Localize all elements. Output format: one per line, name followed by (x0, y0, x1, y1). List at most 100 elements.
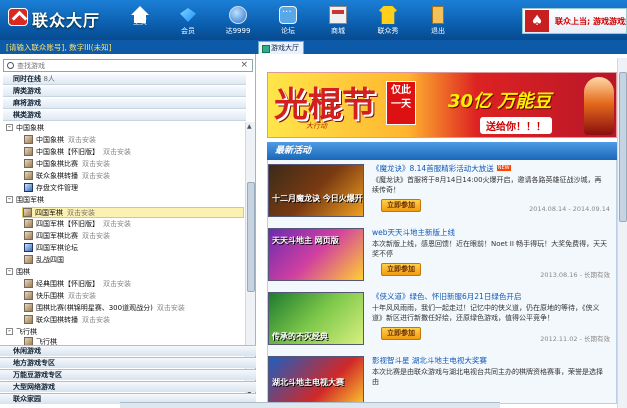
install-action[interactable]: 双击安装 (67, 209, 95, 217)
install-action[interactable]: 双击安装 (82, 232, 110, 240)
news-item-title[interactable]: 影视智斗星 湖北斗地主电视大奖赛 (372, 355, 487, 366)
promo-banner[interactable]: 光棍节 大行动 仅此一天 30亿 万能豆 送给你！！！ (267, 72, 617, 138)
list-item[interactable]: 联众围棋转播 双击安装 (24, 315, 110, 326)
banner-title: 光棍节 (274, 85, 376, 125)
news-item-title[interactable]: 《侠义道》绿色、怀旧新服6月21日绿色开启 (372, 291, 521, 302)
app-logo: 联众大厅 (8, 6, 108, 30)
nav-exit-label: 退出 (431, 27, 445, 35)
news-list: 十二月魔龙诀 今日火爆开服 《魔龙诀》8.14首服精彩活动大放送 NEW 《魔龙诀… (267, 160, 617, 408)
join-button[interactable]: 立即参加 (381, 199, 421, 212)
join-button[interactable]: 立即参加 (381, 263, 421, 276)
game-label: 存盘文件管理 (36, 184, 78, 192)
list-item[interactable]: 中国象棋 双击安装 (24, 135, 96, 146)
install-action[interactable]: 双击安装 (68, 292, 96, 300)
list-item-selected[interactable]: 四国军棋 双击安装 (22, 207, 244, 218)
tree-group-xiangqi[interactable]: 中国象棋 (6, 121, 44, 134)
game-icon (24, 159, 33, 168)
collapse-icon[interactable] (6, 121, 13, 132)
category-online[interactable]: 同时在线 8人 (3, 74, 246, 85)
nav-member-label: 会员 (181, 27, 195, 35)
category-casual-label: 休闲游戏 (13, 347, 41, 355)
game-icon (24, 219, 33, 228)
join-button[interactable]: 立即参加 (381, 327, 421, 340)
install-action[interactable]: 双击安装 (82, 316, 110, 324)
category-network-label: 大型网络游戏 (13, 383, 55, 391)
news-item-title[interactable]: 《魔龙诀》8.14首服精彩活动大放送 NEW (372, 163, 511, 174)
notice-banner[interactable]: ♠ 联众上当; 游戏游戏益贼; 游 (522, 8, 627, 34)
list-item[interactable]: 中国象棋【怀旧版】 双击安装 (24, 147, 131, 158)
thumb-caption: 湖北斗地主电视大赛 (272, 378, 344, 387)
list-item[interactable]: 四国军棋【怀旧版】 双击安装 (24, 219, 131, 230)
install-action[interactable]: 双击安装 (82, 172, 110, 180)
scroll-up-icon[interactable]: ▲ (247, 123, 252, 130)
install-action[interactable]: 双击安装 (68, 136, 96, 144)
list-item[interactable]: 存盘文件管理 (24, 183, 78, 194)
close-icon[interactable]: × (240, 60, 248, 70)
install-action[interactable]: 双击安装 (82, 160, 110, 168)
nav-vip-button[interactable]: 达9999 (218, 6, 258, 38)
collapse-icon[interactable] (6, 193, 13, 204)
search-box: × (3, 59, 253, 72)
collapse-icon[interactable] (6, 265, 13, 276)
list-item[interactable]: 围棋比赛(棋锦明星赛、300道观战分) 双击安装 (24, 303, 185, 314)
game-label: 快乐围棋 (36, 292, 64, 300)
search-input[interactable] (17, 61, 217, 71)
news-thumbnail[interactable]: 十二月魔龙诀 今日火爆开服 (268, 164, 364, 217)
list-item[interactable]: 乱战四国 (24, 255, 64, 266)
list-item[interactable]: 快乐围棋 双击安装 (24, 291, 96, 302)
category-chess[interactable]: 棋类游戏 (3, 110, 246, 121)
game-icon (23, 208, 32, 217)
nav-forum-button[interactable]: 论坛 (268, 6, 308, 38)
online-count: 8人 (43, 75, 55, 83)
news-item: 传承的不灭经典 《侠义道》绿色、怀旧新服6月21日绿色开启 十年风风雨雨，我们一… (268, 290, 616, 354)
news-item: 十二月魔龙诀 今日火爆开服 《魔龙诀》8.14首服精彩活动大放送 NEW 《魔龙诀… (268, 162, 616, 226)
install-action[interactable]: 双击安装 (103, 148, 131, 156)
scroll-thumb[interactable] (619, 72, 627, 222)
tree-group-junqi[interactable]: 围国军棋 (6, 193, 44, 206)
collapse-icon[interactable] (6, 325, 13, 336)
category-local[interactable]: 地方游戏专区 (0, 357, 256, 368)
news-thumbnail[interactable]: 湖北斗地主电视大赛 (268, 356, 364, 408)
scroll-thumb[interactable] (247, 182, 255, 292)
banner-character-image (584, 77, 614, 135)
nav-show-button[interactable]: 联众秀 (368, 6, 408, 38)
category-network[interactable]: 大型网络游戏 (0, 381, 256, 392)
list-item[interactable]: 四国军棋论坛 (24, 243, 78, 254)
tree-group-weiqi[interactable]: 围棋 (6, 265, 30, 278)
news-thumbnail[interactable]: 天天斗地主 网页版 (268, 228, 364, 281)
list-item[interactable]: 中国象棋比赛 双击安装 (24, 159, 110, 170)
game-label: 围棋比赛(棋锦明星赛、300道观战分) (36, 304, 153, 312)
category-poker-label: 牌类游戏 (13, 87, 41, 95)
category-poker[interactable]: 牌类游戏 (3, 86, 246, 97)
tree-group-label: 中国象棋 (16, 124, 44, 132)
list-item[interactable]: 四国军棋比赛 双击安装 (24, 231, 110, 242)
news-item-title[interactable]: web天天斗地主新版上线 (372, 227, 455, 238)
content-scrollbar[interactable] (617, 58, 627, 408)
category-mahjong[interactable]: 麻将游戏 (3, 98, 246, 109)
nav-mall-button[interactable]: 商城 (318, 6, 358, 38)
horizontal-scrollbar[interactable] (120, 402, 500, 408)
account-text[interactable]: [请输入联众账号], 数字III(未知] (6, 42, 112, 53)
news-item-date: 2014.08.14 - 2014.09.14 (529, 205, 610, 213)
game-icon (24, 171, 33, 180)
install-action[interactable]: 双击安装 (103, 220, 131, 228)
game-icon (24, 135, 33, 144)
tree-group-label: 飞行棋 (16, 328, 37, 336)
list-item[interactable]: 联众象棋转播 双击安装 (24, 171, 110, 182)
game-label: 四国军棋【怀旧版】 (36, 220, 99, 228)
game-label: 四国军棋 (35, 209, 63, 217)
list-item[interactable]: 经典围棋【怀旧版】 双击安装 (24, 279, 131, 290)
category-casual[interactable]: 休闲游戏 (0, 345, 256, 356)
nav-home-button[interactable]: 主页 (120, 6, 160, 38)
install-action[interactable]: 双击安装 (103, 280, 131, 288)
news-title-text: 《魔龙诀》8.14首服精彩活动大放送 (372, 164, 494, 173)
nav-member-button[interactable]: 会员 (168, 6, 208, 38)
install-action[interactable]: 双击安装 (157, 304, 185, 312)
category-wanneng[interactable]: 万能豆游戏专区 (0, 369, 256, 380)
tab-game-hall[interactable]: 游戏大厅 (258, 41, 304, 54)
nav-exit-button[interactable]: 退出 (418, 6, 458, 38)
thumb-caption: 十二月魔龙诀 今日火爆开服 (272, 194, 364, 203)
diamond-icon (179, 6, 197, 24)
category-chess-label: 棋类游戏 (13, 111, 41, 119)
news-thumbnail[interactable]: 传承的不灭经典 (268, 292, 364, 345)
